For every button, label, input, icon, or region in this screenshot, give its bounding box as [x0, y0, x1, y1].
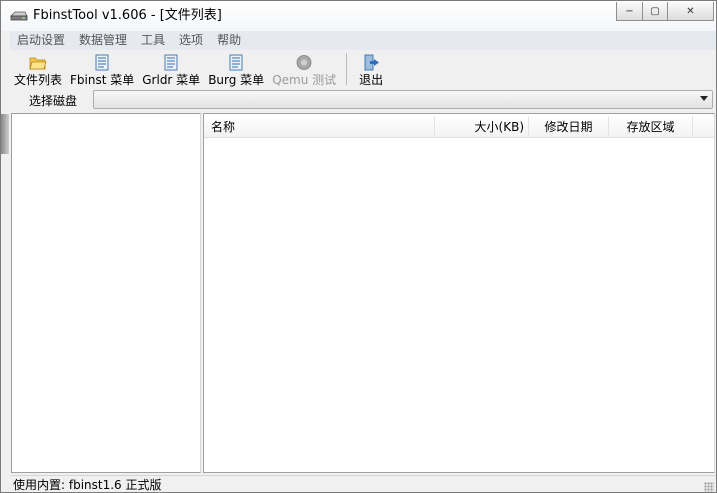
column-header-size[interactable]: 大小(KB)	[435, 116, 529, 138]
title-bar[interactable]: FbinstTool v1.606 - [文件列表] − ▢ ✕	[1, 1, 716, 31]
burg-menu-button[interactable]: Burg 菜单	[204, 51, 268, 88]
chevron-down-icon[interactable]	[700, 96, 708, 101]
disk-select-label: 选择磁盘	[29, 94, 78, 108]
maximize-icon: ▢	[650, 5, 660, 17]
exit-button[interactable]: 退出	[355, 51, 387, 88]
menu-options[interactable]: 选项	[172, 31, 210, 50]
column-header-date[interactable]: 修改日期	[529, 116, 609, 138]
folder-icon	[29, 57, 47, 70]
file-list-header: 名称 大小(KB) 修改日期 存放区域	[204, 116, 714, 138]
column-header-area[interactable]: 存放区域	[609, 116, 693, 138]
fbinst-menu-label: Fbinst 菜单	[70, 73, 135, 87]
exit-icon	[364, 54, 380, 71]
window-edge-shadow	[1, 114, 9, 154]
toolbar: 文件列表 Fbinst 菜单 Grldr 菜单 Burg 菜单 Qemu 测试 …	[10, 51, 716, 88]
menu-boot-settings[interactable]: 启动设置	[10, 31, 72, 50]
minimize-button[interactable]: −	[616, 2, 642, 21]
menu-tools[interactable]: 工具	[134, 31, 172, 50]
column-header-name[interactable]: 名称	[204, 116, 435, 138]
drive-icon	[10, 11, 28, 21]
tree-pane[interactable]	[11, 113, 201, 473]
status-bar: 使用内置: fbinst1.6 正式版	[10, 475, 716, 493]
file-list-label: 文件列表	[14, 73, 63, 87]
grldr-menu-label: Grldr 菜单	[142, 73, 201, 87]
menu-doc-icon	[95, 54, 109, 71]
maximize-button[interactable]: ▢	[642, 2, 668, 21]
disk-select-dropdown[interactable]	[93, 90, 713, 109]
exit-label: 退出	[359, 73, 384, 87]
file-list-pane[interactable]: 名称 大小(KB) 修改日期 存放区域	[203, 113, 715, 473]
qemu-icon	[296, 55, 312, 70]
fbinst-menu-button[interactable]: Fbinst 菜单	[66, 51, 138, 88]
menu-doc-icon	[164, 54, 178, 71]
menu-doc-icon	[229, 54, 243, 71]
menu-data-management[interactable]: 数据管理	[72, 31, 134, 50]
menu-bar: 启动设置 数据管理 工具 选项 帮助	[10, 31, 716, 50]
burg-menu-label: Burg 菜单	[208, 73, 265, 87]
qemu-test-label: Qemu 测试	[272, 73, 337, 87]
resize-grip-icon[interactable]	[704, 482, 714, 492]
status-text: 使用内置: fbinst1.6 正式版	[10, 477, 162, 493]
toolbar-separator	[346, 53, 348, 85]
minimize-icon: −	[625, 5, 634, 17]
window-title: FbinstTool v1.606 - [文件列表]	[33, 8, 222, 23]
close-icon: ✕	[686, 5, 695, 17]
qemu-test-button[interactable]: Qemu 测试	[268, 51, 340, 88]
disk-selector-row: 选择磁盘	[10, 89, 716, 111]
file-list-button[interactable]: 文件列表	[10, 51, 66, 88]
menu-help[interactable]: 帮助	[210, 31, 248, 50]
app-window: FbinstTool v1.606 - [文件列表] − ▢ ✕ 启动设置 数据…	[0, 0, 717, 493]
grldr-menu-button[interactable]: Grldr 菜单	[138, 51, 204, 88]
close-button[interactable]: ✕	[668, 2, 714, 21]
